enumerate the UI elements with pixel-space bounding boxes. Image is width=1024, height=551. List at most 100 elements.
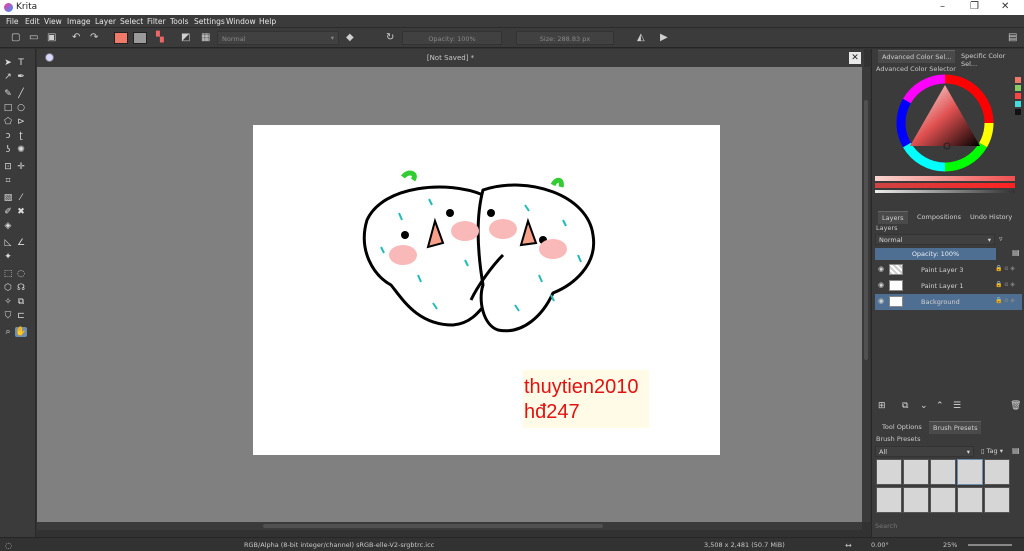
preset-search-input[interactable] [875, 520, 1021, 531]
move-tool-icon[interactable]: ✛ [15, 162, 27, 172]
menu-layer[interactable]: Layer [95, 17, 116, 26]
recent-color-4[interactable] [1015, 101, 1021, 107]
background-color-swatch[interactable] [133, 32, 147, 44]
calligraphy-icon[interactable]: ✒ [15, 72, 27, 82]
layer-opacity-slider[interactable]: Opacity: 100% [875, 248, 996, 260]
pan-tool-icon[interactable]: ✋ [15, 327, 27, 337]
reference-tool-icon[interactable]: ✦ [2, 252, 14, 262]
brush-preset-thumb[interactable] [930, 487, 956, 513]
redo-icon[interactable]: ↷ [90, 32, 98, 43]
tab-tool-options[interactable]: Tool Options [878, 421, 926, 433]
polygon-tool-icon[interactable]: ⬠ [2, 117, 14, 127]
document-title[interactable]: [Not Saved] * [37, 54, 864, 62]
move-layer-down-icon[interactable]: ⌄ [920, 401, 928, 411]
tag-select[interactable]: ▯ Tag ▾ [978, 446, 1010, 457]
preset-filter-select[interactable]: All ▾ [875, 446, 974, 457]
brush-preset-thumb[interactable] [957, 459, 983, 485]
zoom-value[interactable]: 25% [943, 541, 957, 549]
colorize-mask-icon[interactable]: ✐ [2, 207, 14, 217]
move-layer-up-icon[interactable]: ⌃ [936, 401, 944, 411]
recent-color-5[interactable] [1015, 109, 1021, 115]
menu-tools[interactable]: Tools [170, 17, 188, 26]
preset-view-icon[interactable]: ▤ [1012, 446, 1020, 455]
layer-row[interactable]: ◉ Background 🔒 α ◈ [875, 294, 1022, 310]
gradient-icon[interactable]: ▚ [156, 32, 164, 43]
zoom-slider[interactable] [968, 544, 1012, 546]
close-document-icon[interactable]: ✕ [849, 52, 861, 64]
foreground-color-swatch[interactable] [114, 32, 128, 44]
layer-lock-icon[interactable]: 🔒 α ◈ [995, 281, 1015, 288]
delete-layer-icon[interactable]: 🗑 [1010, 401, 1021, 411]
layer-lock-icon[interactable]: 🔒 α ◈ [995, 265, 1015, 272]
contiguous-select-icon[interactable]: ✧ [2, 297, 14, 307]
brush-preset-thumb[interactable] [984, 487, 1010, 513]
brush-preset-icon[interactable]: ▦ [201, 32, 210, 43]
fill-tool-icon[interactable]: ◈ [2, 221, 14, 231]
rect-select-icon[interactable]: ⬚ [2, 269, 14, 279]
value-slider[interactable] [875, 190, 1015, 193]
horizontal-scroll-thumb[interactable] [263, 524, 603, 528]
menu-window[interactable]: Window [226, 17, 256, 26]
edit-shapes-icon[interactable]: ↗ [2, 72, 14, 82]
similar-select-icon[interactable]: ⧉ [15, 297, 27, 307]
ellipse-select-icon[interactable]: ◌ [15, 269, 27, 279]
reload-preset-icon[interactable]: ↻ [386, 32, 394, 43]
eye-icon[interactable]: ◉ [878, 265, 884, 273]
add-layer-icon[interactable]: ⊞ [878, 401, 886, 411]
select-shapes-icon[interactable]: ➤ [2, 58, 14, 68]
menu-view[interactable]: View [44, 17, 62, 26]
magnetic-select-icon[interactable]: ⊏ [15, 311, 27, 321]
brush-indicator-icon[interactable]: ◌ [5, 541, 12, 550]
brush-preset-thumb[interactable] [903, 487, 929, 513]
polygon-select-icon[interactable]: ⬡ [2, 283, 14, 293]
smart-patch-icon[interactable]: ✖ [15, 207, 27, 217]
tab-specific-color-selector[interactable]: Specific Color Sel... [957, 50, 1024, 70]
layer-blend-mode-select[interactable]: Normal ▾ [875, 234, 995, 245]
color-wheel[interactable] [875, 73, 1021, 193]
menu-edit[interactable]: Edit [25, 17, 40, 26]
filter-icon[interactable]: ▿ [999, 235, 1003, 243]
freehand-path-icon[interactable]: ʈ [15, 131, 27, 141]
polyline-tool-icon[interactable]: ⊳ [15, 117, 27, 127]
new-document-icon[interactable]: ▢ [11, 32, 20, 43]
maximize-icon[interactable]: ❐ [970, 1, 979, 12]
freehand-brush-icon[interactable]: ✎ [2, 89, 14, 99]
eye-icon[interactable]: ◉ [878, 281, 884, 289]
eraser-icon[interactable]: ◆ [346, 32, 354, 43]
tab-compositions[interactable]: Compositions [913, 211, 965, 223]
rectangle-tool-icon[interactable]: □ [2, 103, 14, 113]
bezier-tool-icon[interactable]: ↄ [2, 131, 14, 141]
color-picker-icon[interactable]: ⁄ [15, 193, 27, 203]
layer-properties-icon[interactable]: ▤ [1012, 248, 1020, 257]
canvas-page[interactable]: thuytien2010 hđ247 [253, 125, 720, 455]
crop-tool-icon[interactable]: ⌗ [2, 176, 14, 186]
text-tool-icon[interactable]: T [15, 58, 27, 68]
open-folder-icon[interactable]: ▭ [29, 32, 38, 43]
rotate-icon[interactable]: ↔ [845, 541, 852, 550]
close-icon[interactable]: ✕ [1001, 1, 1009, 12]
transform-tool-icon[interactable]: ⊡ [2, 162, 14, 172]
tab-layers[interactable]: Layers [878, 211, 908, 224]
brush-preset-thumb[interactable] [984, 459, 1010, 485]
recent-color-1[interactable] [1015, 77, 1021, 83]
vertical-scroll-thumb[interactable] [864, 100, 868, 360]
freehand-select-icon[interactable]: ☊ [15, 283, 27, 293]
gradient-tool-icon[interactable]: ▧ [2, 193, 14, 203]
assistant-tool-icon[interactable]: ◺ [2, 238, 14, 248]
tab-advanced-color-selector[interactable]: Advanced Color Sel... [878, 50, 956, 63]
menu-help[interactable]: Help [259, 17, 276, 26]
save-icon[interactable]: ▣ [47, 32, 56, 43]
layer-row[interactable]: ◉ Paint Layer 1 🔒 α ◈ [875, 278, 1022, 294]
ellipse-tool-icon[interactable]: ○ [15, 103, 27, 113]
layer-menu-icon[interactable]: ☰ [953, 401, 961, 411]
menu-select[interactable]: Select [120, 17, 143, 26]
menu-settings[interactable]: Settings [194, 17, 225, 26]
brush-preset-thumb[interactable] [957, 487, 983, 513]
line-tool-icon[interactable]: ╱ [15, 89, 27, 99]
menu-image[interactable]: Image [67, 17, 91, 26]
recent-color-3[interactable] [1015, 93, 1021, 99]
blend-mode-select[interactable]: Normal ▾ [217, 31, 339, 45]
menu-file[interactable]: File [6, 17, 19, 26]
mirror-horizontal-icon[interactable]: ◭ [637, 32, 645, 43]
layer-row[interactable]: ◉ Paint Layer 3 🔒 α ◈ [875, 262, 1022, 278]
